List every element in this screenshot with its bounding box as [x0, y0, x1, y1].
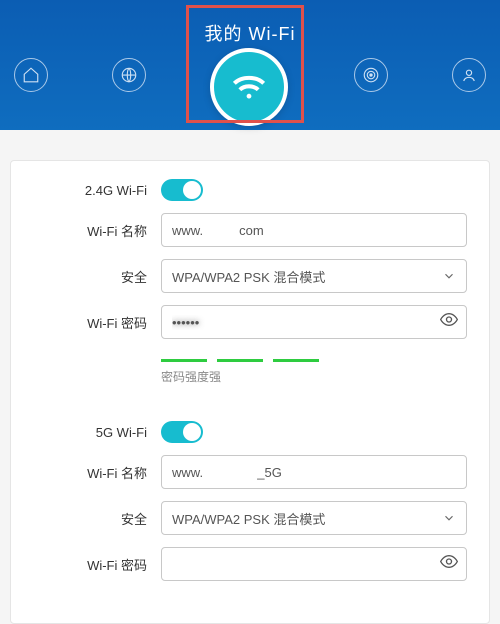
wifi24-security-select[interactable]: WPA/WPA2 PSK 混合模式 — [161, 259, 467, 293]
wifi24-security-value: WPA/WPA2 PSK 混合模式 — [172, 267, 325, 286]
wifi5g-section-label: 5G Wi-Fi — [11, 425, 161, 440]
wifi5g-password-label: Wi-Fi 密码 — [11, 555, 161, 574]
wifi24-toggle[interactable] — [161, 179, 203, 201]
wireless-icon[interactable] — [354, 58, 388, 92]
wifi5g-name-input[interactable] — [161, 455, 467, 489]
header-bar: 我的 Wi-Fi — [0, 0, 500, 130]
user-icon[interactable] — [452, 58, 486, 92]
wifi5g-password-input[interactable] — [161, 547, 467, 581]
wifi5g-toggle[interactable] — [161, 421, 203, 443]
eye-icon[interactable] — [439, 552, 459, 577]
settings-card: 2.4G Wi-Fi Wi-Fi 名称 安全 WPA/WPA2 PSK 混合模式… — [10, 160, 490, 624]
wifi24-password-label: Wi-Fi 密码 — [11, 313, 161, 332]
wifi24-password-input[interactable] — [161, 305, 467, 339]
wifi5g-security-select[interactable]: WPA/WPA2 PSK 混合模式 — [161, 501, 467, 535]
wifi24-name-label: Wi-Fi 名称 — [11, 221, 161, 240]
wifi5g-name-label: Wi-Fi 名称 — [11, 463, 161, 482]
page-title: 我的 Wi-Fi — [0, 0, 500, 46]
wifi5g-security-value: WPA/WPA2 PSK 混合模式 — [172, 509, 325, 528]
eye-icon[interactable] — [439, 310, 459, 335]
chevron-down-icon — [442, 511, 456, 525]
wifi24-section-label: 2.4G Wi-Fi — [11, 183, 161, 198]
password-strength-label: 密码强度强 — [161, 368, 467, 385]
chevron-down-icon — [442, 269, 456, 283]
globe-icon[interactable] — [112, 58, 146, 92]
wifi24-security-label: 安全 — [11, 267, 161, 286]
wifi5g-security-label: 安全 — [11, 509, 161, 528]
home-icon[interactable] — [14, 58, 48, 92]
password-strength-bars — [161, 359, 467, 362]
wifi24-name-input[interactable] — [161, 213, 467, 247]
wifi-active-icon[interactable] — [210, 48, 288, 126]
